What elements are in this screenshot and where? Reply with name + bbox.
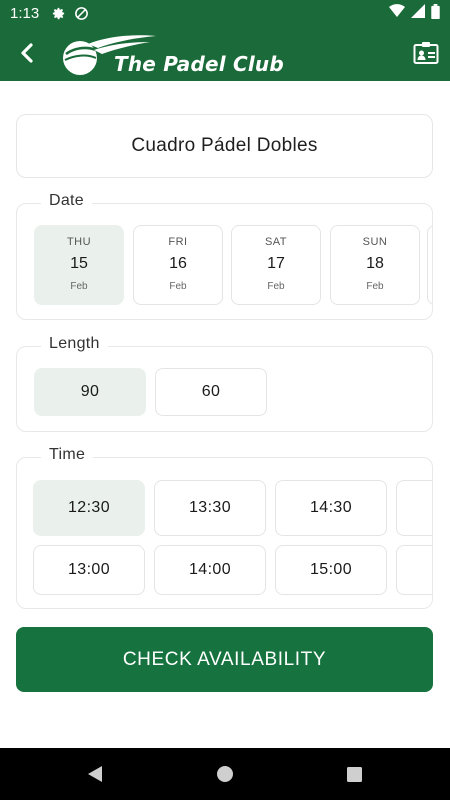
time-section: 12:30 13:30 14:30 1 13:00 14:00 15:00 1 … (16, 446, 433, 609)
app-title: The Padel Club (114, 52, 284, 76)
time-label: Time (41, 446, 94, 464)
time-option[interactable]: 14:00 (154, 545, 266, 595)
nav-recents-button[interactable] (343, 763, 365, 785)
nav-back-button[interactable] (84, 763, 106, 785)
date-option-sat[interactable]: SAT 17 Feb (231, 225, 321, 305)
recents-square-icon (346, 766, 362, 782)
booking-form: Cuadro Pádel Dobles THU 15 Feb FRI 16 Fe… (0, 81, 450, 748)
id-card-icon (413, 42, 439, 64)
date-day: SUN (362, 236, 388, 248)
battery-icon (431, 3, 440, 23)
date-option-next[interactable] (427, 225, 432, 305)
wifi-icon (389, 4, 405, 22)
date-number: 15 (70, 255, 88, 272)
gear-icon (51, 6, 66, 21)
date-scroller[interactable]: THU 15 Feb FRI 16 Feb SAT 17 Feb SUN 18 … (17, 204, 432, 319)
back-button[interactable] (12, 38, 42, 68)
date-label: Date (41, 192, 92, 210)
date-section: THU 15 Feb FRI 16 Feb SAT 17 Feb SUN 18 … (16, 192, 433, 320)
status-bar: 1:13 (0, 0, 450, 26)
date-month: Feb (366, 281, 384, 292)
status-time: 1:13 (10, 4, 40, 22)
date-day: SAT (264, 236, 288, 248)
date-option-fri[interactable]: FRI 16 Feb (133, 225, 223, 305)
date-number: 17 (267, 255, 285, 272)
time-option[interactable]: 12:30 (33, 480, 145, 536)
date-number: 18 (366, 255, 384, 272)
chevron-left-icon (21, 43, 33, 63)
app-bar: The Padel Club (0, 26, 450, 81)
system-nav-bar (0, 748, 450, 800)
check-availability-button[interactable]: CHECK AVAILABILITY (16, 627, 433, 692)
home-circle-icon (217, 766, 233, 782)
time-option[interactable]: 14:30 (275, 480, 387, 536)
length-option-90[interactable]: 90 (34, 368, 146, 416)
nav-home-button[interactable] (214, 763, 236, 785)
date-month: Feb (169, 281, 187, 292)
date-option-thu[interactable]: THU 15 Feb (34, 225, 124, 305)
date-option-sun[interactable]: SUN 18 Feb (330, 225, 420, 305)
signal-icon (411, 4, 425, 22)
id-card-button[interactable] (412, 40, 440, 66)
date-number: 16 (169, 255, 187, 272)
date-day: FRI (168, 236, 188, 248)
date-day: THU (66, 236, 92, 248)
back-triangle-icon (88, 766, 102, 782)
length-option-60[interactable]: 60 (155, 368, 267, 416)
date-month: Feb (70, 281, 88, 292)
time-option[interactable]: 13:00 (33, 545, 145, 595)
length-section: 90 60 Length (16, 335, 433, 432)
time-option[interactable]: 13:30 (154, 480, 266, 536)
length-label: Length (41, 335, 108, 353)
at-sign-icon (74, 6, 89, 21)
time-option[interactable]: 1 (396, 545, 432, 595)
length-options: 90 60 (17, 347, 432, 431)
date-month: Feb (267, 281, 285, 292)
time-option[interactable]: 1 (396, 480, 432, 536)
time-option[interactable]: 15:00 (275, 545, 387, 595)
time-scroller[interactable]: 12:30 13:30 14:30 1 13:00 14:00 15:00 1 (17, 458, 432, 608)
court-name: Cuadro Pádel Dobles (16, 114, 433, 178)
